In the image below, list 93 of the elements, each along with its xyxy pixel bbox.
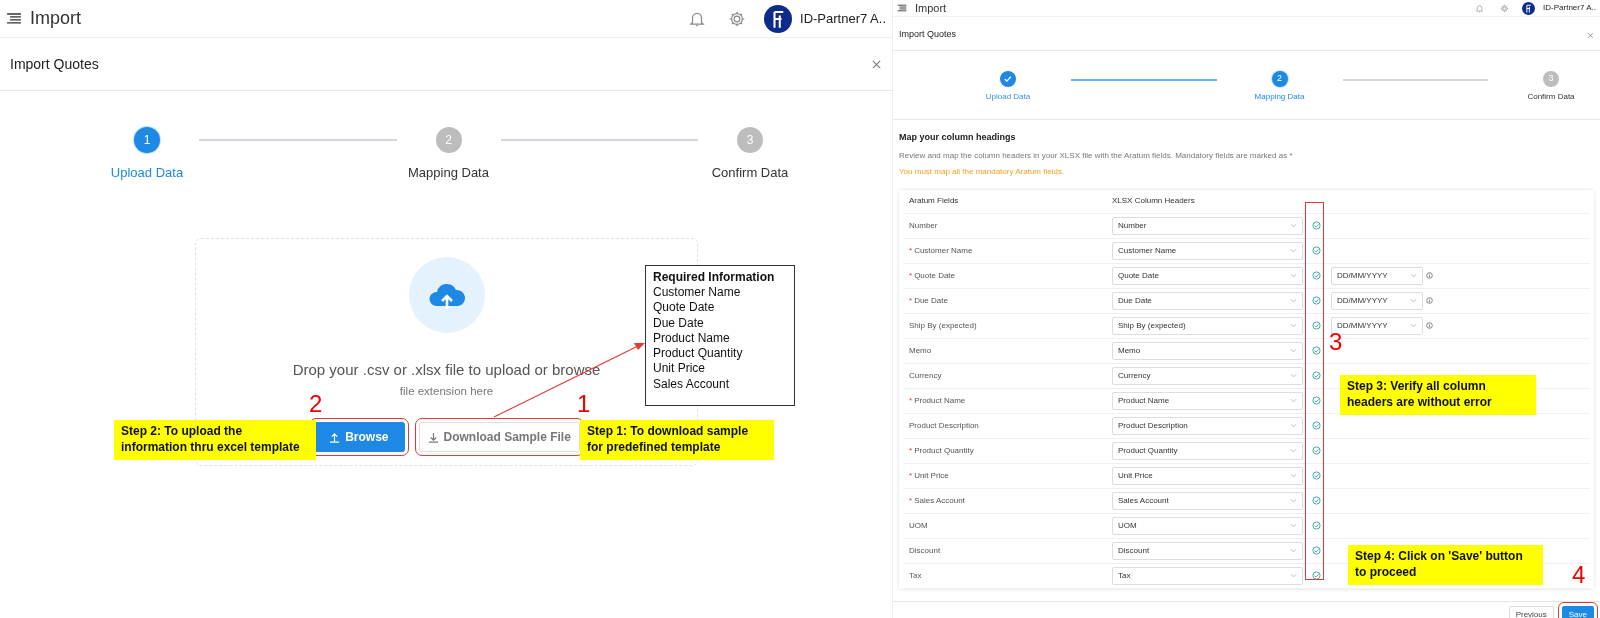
menu-icon[interactable] [6,12,22,25]
dropdown[interactable]: Customer Name [1112,241,1303,260]
step-label: Mapping Data [408,164,489,182]
modal-title: Import Quotes [899,28,957,42]
step-label: Confirm Data [711,164,789,182]
field-label: * Quote Date [908,269,957,282]
upload-hint: file extension here [399,384,494,399]
chevron-icon [1290,548,1297,553]
section-heading: Map your column headings [899,131,1017,144]
info-icon [1426,272,1433,279]
chevron-icon [1290,323,1297,328]
field-label: Ship By (expected) [908,319,978,332]
avatar-icon[interactable] [1522,1,1536,15]
step-label: Upload Data [985,91,1031,103]
field-label: * Customer Name [908,244,974,257]
field-label: Tax [908,569,923,582]
info-icon [1426,322,1433,329]
download-icon [427,431,439,443]
dropdown[interactable]: Unit Price [1112,466,1303,485]
check-icon [1002,73,1014,85]
chevron-icon [1410,273,1417,278]
field-label: Memo [908,344,933,357]
field-label: Product Description [908,419,980,432]
chevron-icon [1290,298,1297,303]
field-label: * Sales Account [908,494,966,507]
field-label: * Product Quantity [908,444,975,457]
field-label: UOM [908,519,929,532]
dropdown[interactable]: Due Date [1112,291,1303,310]
close-icon[interactable] [1587,31,1594,39]
user-name[interactable]: ID-Partner7 A.. [1543,2,1596,14]
settings-icon[interactable] [728,9,746,28]
dropdown[interactable]: Currency [1112,366,1303,385]
step-callout-tooltip: Step 1: To download sample for predefined template [580,420,774,460]
field-label: * Due Date [908,294,949,307]
step-callout-tooltip: Step 3: Verify all column headers are without error [1340,375,1536,415]
date-format-dropdown[interactable]: DD/MM/YYYY [1331,266,1423,285]
dropdown[interactable]: Product Name [1112,391,1303,410]
dropdown[interactable]: Ship By (expected) [1112,316,1303,335]
field-label: Currency [908,369,943,382]
user-name[interactable]: ID-Partner7 A.. [800,8,886,29]
dropdown[interactable]: Number [1112,216,1303,235]
avatar-icon[interactable] [764,4,792,33]
dropdown[interactable]: Sales Account [1112,491,1303,510]
chevron-icon [1290,248,1297,253]
chevron-icon [1290,448,1297,453]
step-circle[interactable]: 1 [134,127,160,153]
field-label: Number [908,219,939,232]
step-label: Mapping Data [1254,91,1305,103]
settings-icon[interactable] [1500,3,1510,13]
step-number: 2 [309,392,323,416]
chevron-icon [1290,573,1297,578]
dropdown[interactable]: Product Quantity [1112,441,1303,460]
dropdown[interactable]: Tax [1112,566,1303,585]
column-header: XLSX Column Headers [1112,195,1195,207]
step-callout-tooltip: Step 2: To upload the information thru excel template [114,420,316,460]
chevron-icon [1290,398,1297,403]
page-title: Import [915,0,947,16]
chevron-icon [1290,423,1297,428]
step-circle[interactable]: 2 [1271,71,1288,87]
close-icon[interactable] [871,58,882,70]
step-number: 1 [577,392,591,416]
menu-icon[interactable] [897,4,907,12]
chevron-icon [1290,373,1297,378]
step-number: 4 [1572,563,1586,587]
section-description: Review and map the column headers in your XLSX file with the Aratum fields. Mandatory fields are marked as * [899,149,1294,162]
field-label: * Unit Price [908,469,950,482]
dropdown[interactable]: Discount [1112,541,1303,560]
date-format-dropdown[interactable]: DD/MM/YYYY [1331,291,1423,310]
chevron-icon [1290,473,1297,478]
upload-icon [329,431,341,443]
dropdown[interactable]: Product Description [1112,416,1303,435]
chevron-icon [1410,323,1417,328]
dropdown[interactable]: Memo [1112,341,1303,360]
step-label: Confirm Data [1527,91,1575,103]
page-title: Import [30,7,81,30]
info-icon [1426,297,1433,304]
field-label: * Product Name [908,394,967,407]
chevron-icon [1290,223,1297,228]
chevron-icon [1290,348,1297,353]
step-circle[interactable] [1000,71,1016,87]
modal-title: Import Quotes [10,54,99,74]
dropdown[interactable]: Quote Date [1112,266,1303,285]
dropdown[interactable]: UOM [1112,516,1303,535]
column-header: Aratum Fields [908,195,960,207]
warning-text: You must map all the mandatory Aratum fields. [899,165,1066,178]
chevron-icon [1290,498,1297,503]
previous-button[interactable]: Previous [1508,605,1554,618]
chevron-icon [1410,298,1417,303]
step-callout-tooltip: Step 4: Click on 'Save' button to proceed [1348,545,1543,585]
step-label: Upload Data [110,164,184,182]
chevron-icon [1290,523,1297,528]
chevron-icon [1290,273,1297,278]
field-label: Discount [908,544,942,557]
